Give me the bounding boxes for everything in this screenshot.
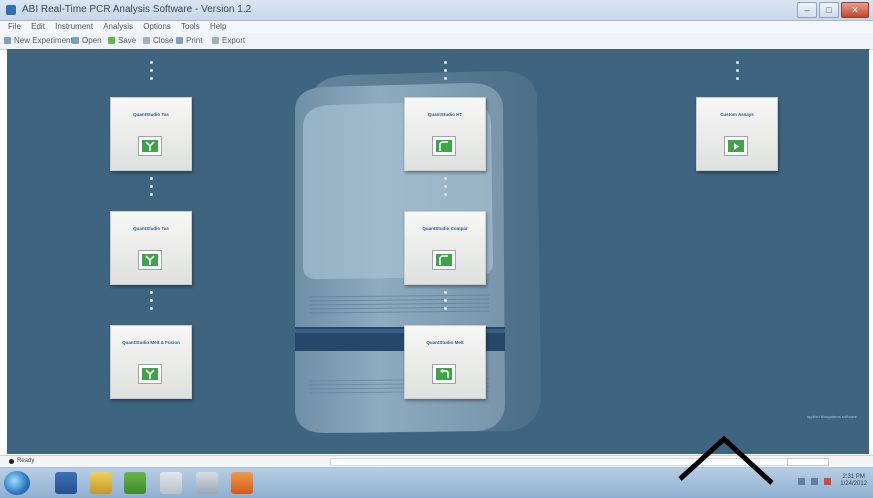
open-button[interactable]: Open <box>72 36 102 46</box>
toolbar: New Experiment Open Save Close Print Exp… <box>0 33 873 50</box>
window-title: ABI Real-Time PCR Analysis Software - Ve… <box>22 4 252 15</box>
status-field <box>787 458 829 466</box>
new-experiment-button[interactable]: New Experiment <box>4 36 73 46</box>
taskbar-app-window-icon[interactable] <box>160 472 182 494</box>
workflow-canvas: QuantStudio Tas QuantStudio Tas QuantStu… <box>7 49 869 454</box>
minimize-button[interactable]: – <box>797 2 817 18</box>
system-tray: 2:31 PM 1/24/2012 <box>794 474 867 492</box>
new-icon <box>4 37 11 45</box>
print-button[interactable]: Print <box>176 36 202 46</box>
workflow-tile-3[interactable]: QuantStudio Melt & Fusion <box>110 325 192 399</box>
menu-bar: File Edit Instrument Analysis Options To… <box>0 21 873 33</box>
connector-dots <box>444 177 447 201</box>
connector-dots <box>150 61 153 85</box>
split-icon <box>138 250 162 270</box>
workflow-tile-2[interactable]: QuantStudio Tas <box>110 211 192 285</box>
status-text: Ready <box>17 458 35 464</box>
app-icon <box>6 5 16 15</box>
taskbar-app-ie-icon[interactable] <box>55 472 77 494</box>
taskbar: 2:31 PM 1/24/2012 <box>0 467 873 498</box>
open-label: Open <box>82 36 102 45</box>
print-label: Print <box>186 36 203 45</box>
save-label: Save <box>118 36 137 45</box>
volume-icon[interactable] <box>810 477 818 485</box>
save-button[interactable]: Save <box>108 36 136 46</box>
menu-analysis[interactable]: Analysis <box>103 21 133 33</box>
taskbar-app-pcr-icon[interactable] <box>196 472 218 494</box>
status-bar: Ready <box>0 455 873 467</box>
close-doc-icon <box>143 37 150 45</box>
workflow-tile-6[interactable]: QuantStudio Melt <box>404 325 486 399</box>
export-button[interactable]: Export <box>212 36 245 46</box>
clock[interactable]: 2:31 PM 1/24/2012 <box>840 474 867 488</box>
workflow-tile-4[interactable]: QuantStudio HT <box>404 97 486 171</box>
menu-options[interactable]: Options <box>143 21 171 33</box>
tile-label: QuantStudio Melt & Fusion <box>122 340 180 345</box>
clock-time: 2:31 PM <box>842 474 865 480</box>
tile-label: QuantStudio Melt <box>426 340 464 345</box>
connector-dots <box>150 291 153 315</box>
play-icon <box>724 136 748 156</box>
network-icon[interactable] <box>798 477 806 485</box>
tile-label: Custom Assays <box>720 112 754 117</box>
tile-label: QuantStudio Compar <box>422 226 468 231</box>
return-icon <box>432 364 456 384</box>
close-button-toolbar[interactable]: Close <box>143 36 173 46</box>
close-button[interactable]: ✕ <box>841 2 869 18</box>
status-indicator-icon <box>9 459 14 464</box>
software-note: applied biosystems software <box>806 414 857 419</box>
save-icon <box>108 37 115 45</box>
split-icon <box>138 136 162 156</box>
window-controls: – □ ✕ <box>795 2 869 18</box>
curve-icon <box>432 136 456 156</box>
tile-label: QuantStudio Tas <box>133 112 169 117</box>
workflow-tile-1[interactable]: QuantStudio Tas <box>110 97 192 171</box>
menu-edit[interactable]: Edit <box>31 21 45 33</box>
connector-dots <box>444 61 447 85</box>
menu-file[interactable]: File <box>8 21 21 33</box>
status-progress-area <box>330 458 792 466</box>
title-bar: ABI Real-Time PCR Analysis Software - Ve… <box>0 0 873 21</box>
close-label: Close <box>153 36 174 45</box>
menu-tools[interactable]: Tools <box>181 21 200 33</box>
menu-help[interactable]: Help <box>210 21 226 33</box>
workflow-tile-7[interactable]: Custom Assays <box>696 97 778 171</box>
start-button[interactable] <box>4 471 30 495</box>
tile-label: QuantStudio HT <box>427 112 463 117</box>
export-icon <box>212 37 219 45</box>
connector-dots <box>444 291 447 315</box>
print-icon <box>176 37 183 45</box>
split-icon <box>138 364 162 384</box>
taskbar-app-media-icon[interactable] <box>124 472 146 494</box>
workflow-tile-5[interactable]: QuantStudio Compar <box>404 211 486 285</box>
export-label: Export <box>222 36 246 45</box>
maximize-button[interactable]: □ <box>819 2 839 18</box>
tile-label: QuantStudio Tas <box>133 226 169 231</box>
clock-date: 1/24/2012 <box>840 481 867 487</box>
connector-dots <box>150 177 153 201</box>
connector-dots <box>736 61 739 85</box>
taskbar-app-explorer-icon[interactable] <box>90 472 112 494</box>
taskbar-app-ppt-icon[interactable] <box>231 472 253 494</box>
curve-icon <box>432 250 456 270</box>
alert-icon[interactable] <box>823 477 831 485</box>
folder-icon <box>72 37 79 45</box>
menu-instrument[interactable]: Instrument <box>55 21 93 33</box>
new-experiment-label: New Experiment <box>14 36 73 45</box>
